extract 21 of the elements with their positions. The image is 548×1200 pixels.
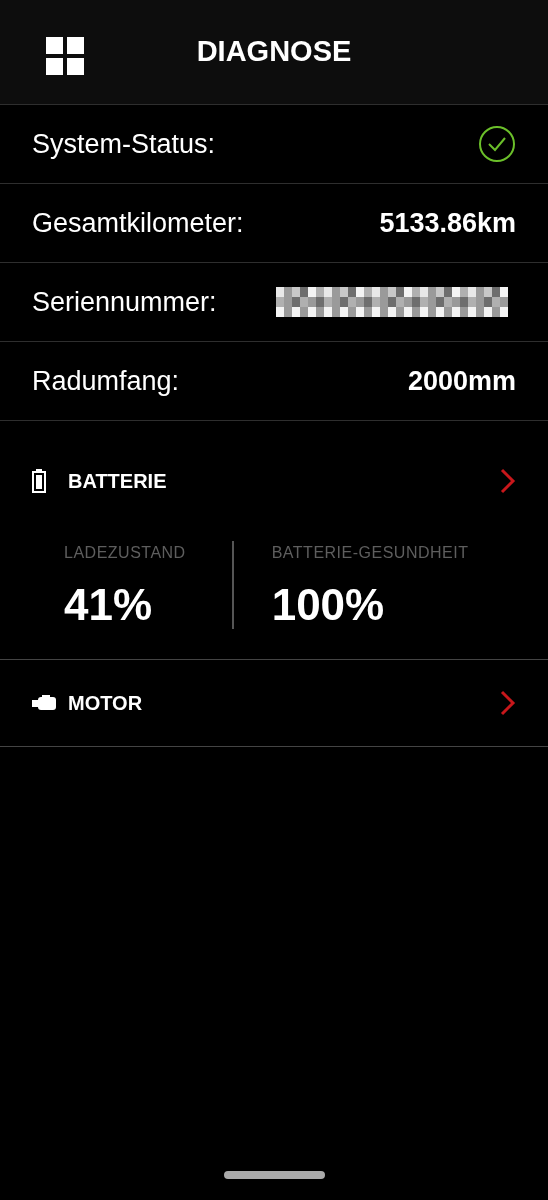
chevron-button[interactable] [500,468,516,494]
chevron-right-icon [500,690,516,717]
row-label: Radumfang: [32,364,180,398]
row-label: Seriennummer: [32,285,217,319]
battery-icon [32,469,46,493]
stat-label: BATTERIE-GESUNDHEIT [271,543,469,563]
section-title: BATTERIE [68,469,168,494]
page-title: DIAGNOSE [196,34,352,70]
engine-icon [32,695,58,712]
stat-label: LADEZUSTAND [64,543,186,563]
row-value: 2000mm [407,364,516,398]
row-label: System-Status: [32,127,216,161]
chevron-button[interactable] [500,690,516,717]
stat-value: 41% [64,581,154,630]
menu-button[interactable] [46,37,84,75]
stat-value: 100% [271,581,386,630]
row-label: Gesamtkilometer: [32,206,244,240]
chevron-right-icon [500,468,516,494]
row-value: 5133.86km [379,206,516,240]
grid-icon [46,37,84,75]
section-title: MOTOR [68,691,144,717]
